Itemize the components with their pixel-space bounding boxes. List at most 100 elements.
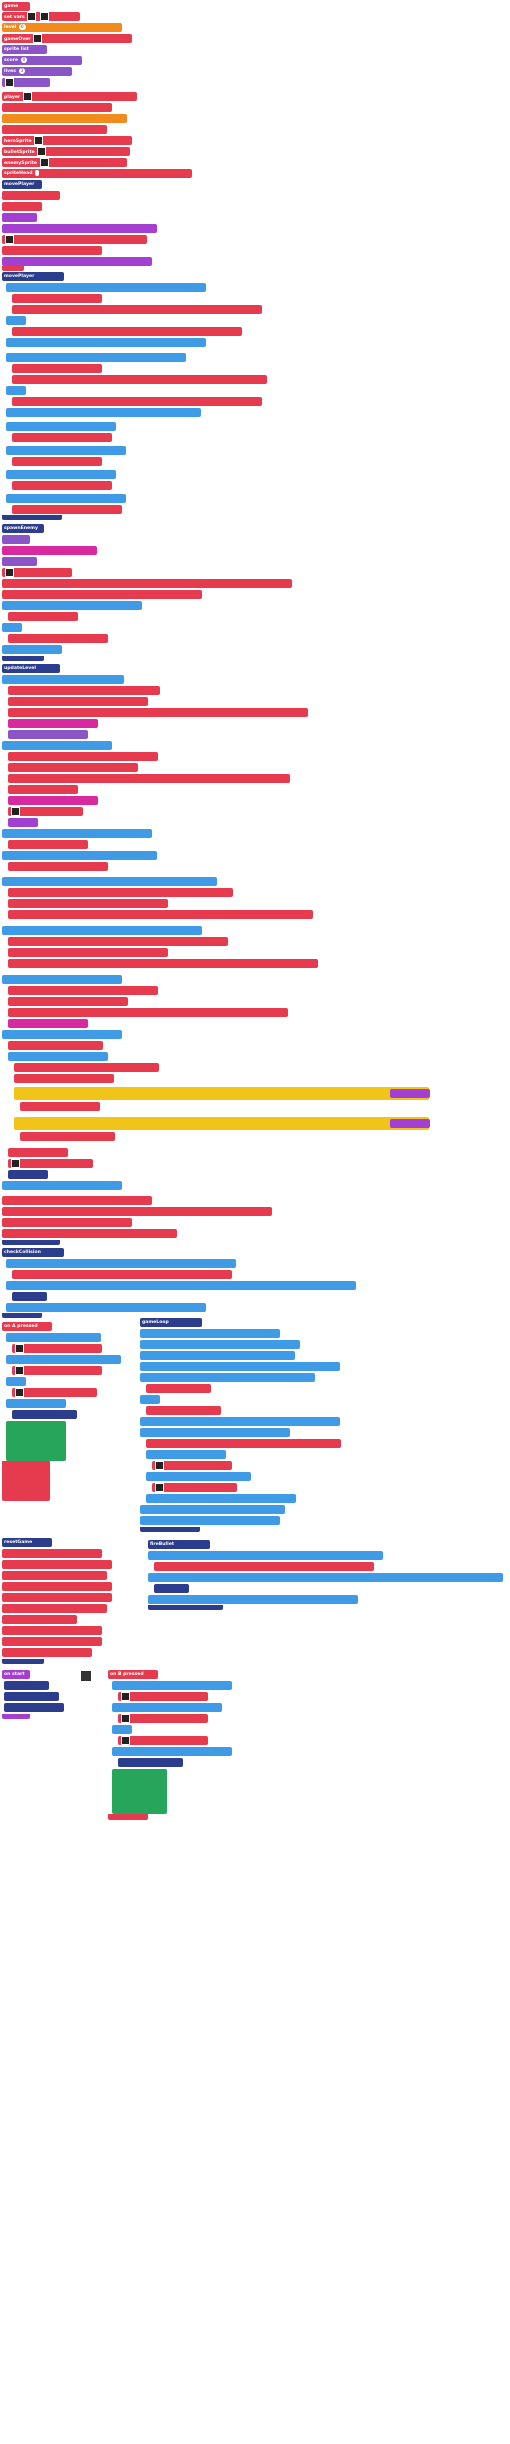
set-kind-block[interactable] — [8, 634, 108, 643]
if-block[interactable] — [6, 353, 186, 362]
set-player-block[interactable]: player — [2, 92, 137, 101]
level-value[interactable]: 0 — [18, 23, 26, 30]
if-block[interactable] — [2, 975, 122, 984]
set-block[interactable] — [8, 686, 160, 695]
sprite-image-icon[interactable] — [34, 136, 44, 145]
projectile-block[interactable] — [6, 1421, 66, 1461]
if-block[interactable] — [6, 1333, 101, 1342]
sprite-create-block[interactable] — [2, 235, 147, 244]
score-block[interactable] — [2, 535, 30, 544]
sprite-image-icon[interactable] — [5, 568, 14, 577]
call-block[interactable] — [12, 1292, 47, 1301]
change-position-block[interactable] — [12, 375, 267, 384]
change-block[interactable] — [8, 785, 78, 794]
set-block[interactable] — [2, 1615, 77, 1624]
if-block[interactable] — [140, 1351, 295, 1360]
if-end-block[interactable] — [140, 1516, 280, 1525]
set-block[interactable] — [8, 888, 233, 897]
if-end-block[interactable] — [2, 645, 62, 654]
call-block[interactable] — [4, 1681, 49, 1690]
sprite-create-block[interactable] — [2, 568, 72, 577]
if-block[interactable] — [6, 1281, 356, 1290]
splash-block[interactable] — [14, 1117, 429, 1130]
if-block[interactable] — [6, 494, 126, 503]
set-block[interactable] — [2, 1604, 107, 1613]
if-block[interactable] — [140, 1329, 280, 1338]
call-block[interactable] — [4, 1692, 59, 1701]
if-block[interactable] — [2, 601, 142, 610]
if-block[interactable] — [6, 422, 116, 431]
if-block[interactable] — [146, 1450, 226, 1459]
set-position-block[interactable] — [12, 457, 102, 466]
set-block[interactable] — [2, 1549, 102, 1558]
set-block[interactable] — [2, 1229, 177, 1238]
sprite-image-icon[interactable] — [11, 807, 20, 816]
if-block[interactable] — [2, 1030, 122, 1039]
if-block[interactable] — [6, 1259, 236, 1268]
function-def-resetgame[interactable]: resetGame — [2, 1538, 52, 1547]
if-block[interactable] — [6, 283, 206, 292]
set-stat-block[interactable] — [2, 114, 127, 123]
lives-value[interactable]: 3 — [18, 67, 26, 74]
bullet-sprite-block[interactable]: bulletSprite — [2, 147, 130, 156]
set-block[interactable] — [146, 1439, 341, 1448]
function-def-spawnenemy[interactable]: spawnEnemy — [2, 524, 44, 533]
call-block[interactable] — [12, 1410, 77, 1419]
sprite-image-icon[interactable] — [27, 12, 37, 21]
score-block[interactable]: score 0 — [2, 56, 82, 65]
if-end-block[interactable] — [6, 1399, 66, 1408]
projectile-block[interactable] — [112, 1769, 167, 1814]
set-block[interactable] — [2, 1560, 112, 1569]
if-block[interactable] — [2, 926, 202, 935]
set-level-block[interactable]: level 0 — [2, 23, 122, 32]
set-block[interactable] — [2, 1207, 272, 1216]
if-end-block[interactable] — [6, 338, 206, 347]
splash-block-end[interactable] — [390, 1089, 430, 1098]
set-block[interactable] — [20, 1102, 100, 1111]
sprite-image-icon[interactable] — [5, 235, 14, 244]
set-position-block[interactable] — [8, 948, 168, 957]
function-def-gameloop[interactable]: gameLoop — [140, 1318, 202, 1327]
if-block[interactable] — [2, 829, 152, 838]
set-block[interactable] — [2, 1593, 112, 1602]
if-block[interactable] — [148, 1551, 383, 1560]
else-block[interactable] — [112, 1725, 132, 1734]
sprite-image-icon[interactable] — [22, 92, 32, 101]
set-block[interactable] — [146, 1384, 211, 1393]
set-timer-block[interactable] — [2, 246, 102, 255]
set-block[interactable] — [2, 1218, 132, 1227]
if-block[interactable] — [146, 1472, 251, 1481]
sprite-image-icon[interactable] — [121, 1714, 130, 1723]
if-block[interactable] — [6, 446, 126, 455]
set-block[interactable] — [14, 1074, 114, 1083]
random-block[interactable] — [2, 546, 97, 555]
on-overlap-block[interactable] — [12, 1270, 232, 1279]
sprite-image-icon[interactable] — [15, 1388, 24, 1397]
enemy-sprite-block[interactable]: enemySprite — [2, 158, 127, 167]
else-block[interactable] — [6, 386, 26, 395]
sprite-image-icon[interactable] — [39, 158, 49, 167]
if-end-block[interactable] — [112, 1747, 232, 1756]
if-block[interactable] — [6, 1355, 121, 1364]
set-block[interactable] — [14, 1063, 159, 1072]
splash-block-end[interactable] — [390, 1119, 430, 1128]
level-block[interactable] — [8, 730, 88, 739]
random-block[interactable] — [8, 1019, 88, 1028]
if-block[interactable] — [140, 1428, 290, 1437]
if-end-block[interactable] — [140, 1417, 340, 1426]
on-overlap-block[interactable] — [154, 1562, 374, 1571]
call-block[interactable] — [8, 1170, 48, 1179]
if-block[interactable] — [140, 1362, 340, 1371]
change-position-block[interactable] — [12, 327, 242, 336]
if-end-block[interactable] — [6, 1303, 206, 1312]
sprite-image-icon[interactable] — [11, 1159, 20, 1168]
set-position-block[interactable] — [12, 433, 112, 442]
set-position-block[interactable] — [12, 481, 112, 490]
set-gameover-block[interactable]: gameOver — [2, 34, 132, 43]
long-text-block[interactable] — [2, 257, 152, 266]
sprite-image-icon[interactable] — [121, 1692, 130, 1701]
set-image-block[interactable] — [152, 1461, 232, 1470]
else-block[interactable] — [6, 1377, 26, 1386]
if-end-block[interactable] — [6, 408, 201, 417]
if-block[interactable] — [140, 1373, 315, 1382]
